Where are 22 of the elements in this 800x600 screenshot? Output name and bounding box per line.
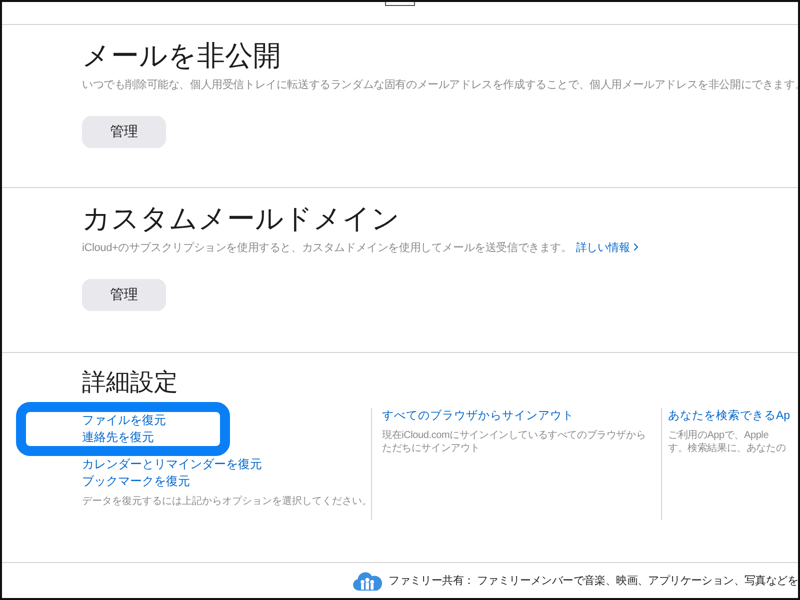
column-description-line: ご利用のAppで、Apple — [668, 428, 770, 442]
column-description-line: ただちにサインアウト — [382, 442, 482, 455]
manage-button[interactable]: 管理 — [82, 116, 166, 148]
section-title: メールを非公開 — [82, 39, 281, 73]
learn-more-link[interactable]: 詳しい情報 — [576, 240, 642, 255]
restore-link[interactable]: ファイルを復元 — [82, 412, 220, 429]
family-sharing-text: ファミリー共有： ファミリーメンバーで音楽、映画、アプリケーション、写真などを — [388, 574, 798, 588]
family-cloud-icon — [352, 570, 383, 592]
tab-outline — [385, 2, 415, 6]
column-description-line: 現在iCloud.comにサインインしているすべてのブラウザから — [382, 428, 646, 442]
manage-button[interactable]: 管理 — [82, 278, 166, 311]
column-description-line: す。検索結果に、あなたの — [668, 442, 786, 455]
column-link[interactable]: すべてのブラウザからサインアウト — [382, 408, 574, 423]
column-link[interactable]: あなたを検索できるAp — [668, 408, 790, 423]
restore-link[interactable]: カレンダーとリマインダーを復元 — [82, 456, 262, 473]
section-description: iCloud+のサブスクリプションを使用すると、カスタムドメインを使用してメールを送受信できます。 — [82, 240, 572, 255]
section-title: 詳細設定 — [82, 369, 178, 398]
restore-note: データを復元するには上記からオプションを選択してください。 — [82, 494, 372, 508]
restore-link[interactable]: 連絡先を復元 — [82, 428, 220, 446]
section-title: カスタムメールドメイン — [82, 202, 400, 236]
section-description: いつでも削除可能な、個人用受信トレイに転送するランダムな固有のメールアドレスを作成することで、個人用メールアドレスを非公開にできます。 — [82, 78, 798, 92]
restore-link[interactable]: ブックマークを復元 — [82, 472, 190, 490]
